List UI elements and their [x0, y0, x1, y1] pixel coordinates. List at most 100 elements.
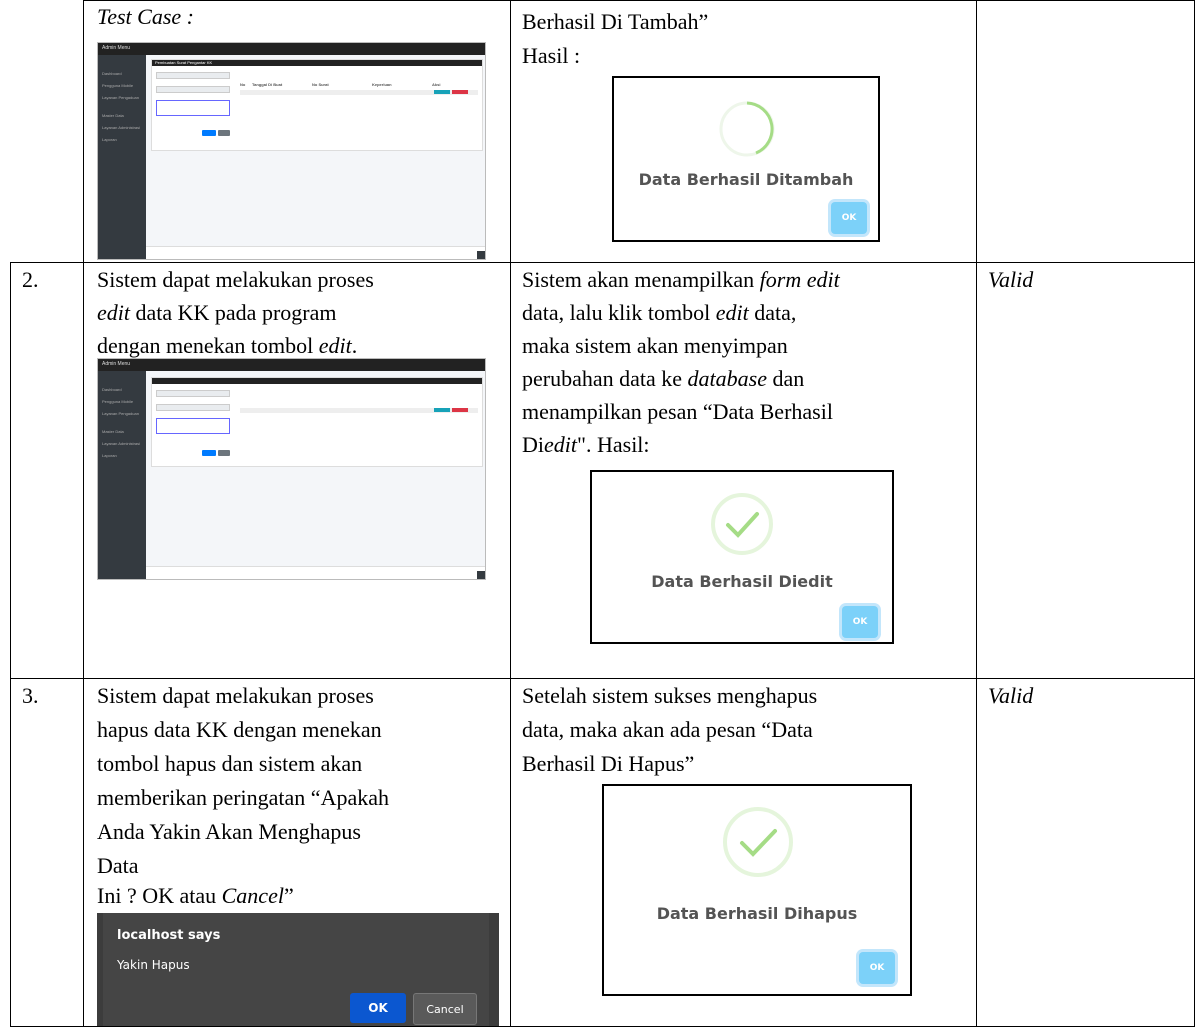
admin-save-button [202, 130, 216, 136]
row2-result-text: ". Hasil: [577, 432, 650, 457]
row3-desc-line2: hapus data KK dengan menekan [97, 717, 382, 742]
admin-action-badge [452, 90, 468, 94]
loading-ring-icon [719, 101, 775, 157]
row3-result-line3: Berhasil Di Hapus” [522, 751, 695, 776]
admin-menu-item: Laporan [102, 453, 117, 458]
edit-word: edit [97, 300, 130, 325]
row2-result-italic: edit [715, 300, 749, 325]
row2-result-line1: Sistem akan menampilkan form edit [522, 266, 840, 294]
admin-panel [151, 377, 483, 467]
admin-screenshot-edit: Admin Menu Dashboard Pengguna Mobile Lay… [97, 358, 486, 580]
row2-result-italic: edit [544, 432, 577, 457]
cancel-word: Cancel [221, 883, 284, 908]
row2-result-text: perubahan data ke [522, 366, 688, 391]
admin-brand: Admin Menu [102, 45, 131, 51]
row3-desc-text: ” [283, 883, 294, 908]
admin-footer [146, 566, 485, 579]
row3-desc-line6: Data [97, 853, 139, 878]
col-border-1 [83, 0, 84, 1027]
row2-result-line3: maka sistem akan menyimpan [522, 333, 788, 358]
row2-status: Valid [988, 267, 1034, 292]
row-border-1 [10, 262, 1195, 263]
row3-status: Valid [988, 683, 1034, 708]
row-border-2 [10, 678, 1195, 679]
success-dialog-edited: Data Berhasil Diedit OK [590, 470, 894, 644]
row2-result-text: dan [766, 366, 805, 391]
row3-desc-text: Ini ? OK atau [97, 883, 222, 908]
row2-result-italic: form edit [759, 267, 840, 292]
admin-scroll-top-icon [477, 251, 485, 259]
admin-field [156, 86, 230, 93]
dialog-message: Data Berhasil Ditambah [638, 170, 854, 189]
row2-number: 2. [22, 267, 39, 292]
row2-desc-line3: dengan menekan tombol edit. [97, 332, 357, 360]
row2-result-line5: menampilkan pesan “Data Berhasil [522, 399, 833, 424]
browser-confirm-dialog: localhost says Yakin Hapus OK Cancel [97, 913, 499, 1026]
admin-menu-item: Dashboard [102, 71, 122, 76]
admin-menu-item: Pengguna Mobile [102, 399, 134, 404]
row3-desc-line1: Sistem dapat melakukan proses [97, 683, 374, 708]
admin-action-badge [434, 90, 450, 94]
admin-action-badge [452, 408, 468, 412]
admin-field [156, 390, 230, 397]
row2-desc-line2: edit data KK pada program [97, 299, 336, 327]
admin-menu-item: Layanan Pengaduan [102, 411, 139, 416]
admin-th: Keperluan [372, 82, 392, 87]
admin-panel-header [152, 378, 482, 384]
ok-button[interactable]: OK [842, 606, 878, 638]
col-border-0 [10, 262, 11, 1027]
success-check-icon [711, 493, 773, 555]
row3-desc-line4: memberikan peringatan “Apakah [97, 785, 389, 810]
ok-button[interactable]: OK [831, 202, 867, 234]
admin-footer [146, 246, 485, 259]
admin-field [156, 100, 230, 116]
admin-topbar [98, 43, 485, 55]
row2-result-text: Di [522, 432, 544, 457]
row3-number: 3. [22, 683, 39, 708]
ok-button[interactable]: OK [859, 952, 895, 984]
admin-topbar [98, 359, 485, 371]
admin-field [156, 418, 230, 434]
admin-cancel-button [218, 450, 230, 456]
browser-dialog-title: localhost says [117, 928, 221, 943]
success-dialog-added: Data Berhasil Ditambah OK [612, 76, 880, 242]
row3-desc-line7: Ini ? OK atau Cancel” [97, 882, 294, 910]
admin-action-badge [434, 408, 450, 412]
admin-panel-title: Pembuatan Surat Pengantar KK [155, 60, 213, 65]
browser-cancel-button[interactable]: Cancel [413, 993, 477, 1025]
admin-sidebar [98, 359, 146, 579]
admin-menu-item: Pengguna Mobile [102, 83, 134, 88]
col-border-2 [510, 0, 511, 1027]
admin-cancel-button [218, 130, 230, 136]
admin-th: No Surat [312, 82, 329, 87]
dialog-message: Data Berhasil Dihapus [656, 904, 858, 923]
admin-scroll-top-icon [477, 571, 485, 579]
row-border-top [83, 0, 1195, 1]
success-dialog-deleted: Data Berhasil Dihapus OK [602, 784, 912, 996]
admin-th: Aksi [432, 82, 441, 87]
success-check-icon [723, 807, 793, 877]
admin-th: No [240, 82, 246, 87]
admin-menu-item: Layanan Administrasi [102, 125, 141, 130]
row2-desc-end: . [351, 333, 358, 358]
row2-result-text: data, lalu klik tombol [522, 300, 716, 325]
row2-desc-text: dengan menekan tombol [97, 333, 319, 358]
browser-dialog-message: Yakin Hapus [117, 958, 190, 972]
row3-result-line1: Setelah sistem sukses menghapus [522, 683, 818, 708]
admin-menu-item: Master Data [102, 113, 124, 118]
admin-menu-item: Layanan Pengaduan [102, 95, 139, 100]
admin-menu-item: Master Data [102, 429, 124, 434]
admin-brand: Admin Menu [102, 361, 131, 367]
row2-result-text: Sistem akan menampilkan [522, 267, 760, 292]
row2-desc-line1: Sistem dapat melakukan proses [97, 267, 374, 292]
row2-desc-text: data KK pada program [135, 300, 337, 325]
row3-desc-line3: tombol hapus dan sistem akan [97, 751, 363, 776]
row2-result-line4: perubahan data ke database dan [522, 365, 804, 393]
test-case-heading: Test Case : [97, 4, 194, 29]
row2-result-text: data, [748, 300, 797, 325]
admin-field [156, 72, 230, 79]
admin-th: Tanggal Di Buat [252, 82, 283, 87]
browser-ok-button[interactable]: OK [350, 993, 406, 1023]
admin-panel: Pembuatan Surat Pengantar KK No Tanggal … [151, 59, 483, 151]
admin-menu-item: Dashboard [102, 387, 122, 392]
